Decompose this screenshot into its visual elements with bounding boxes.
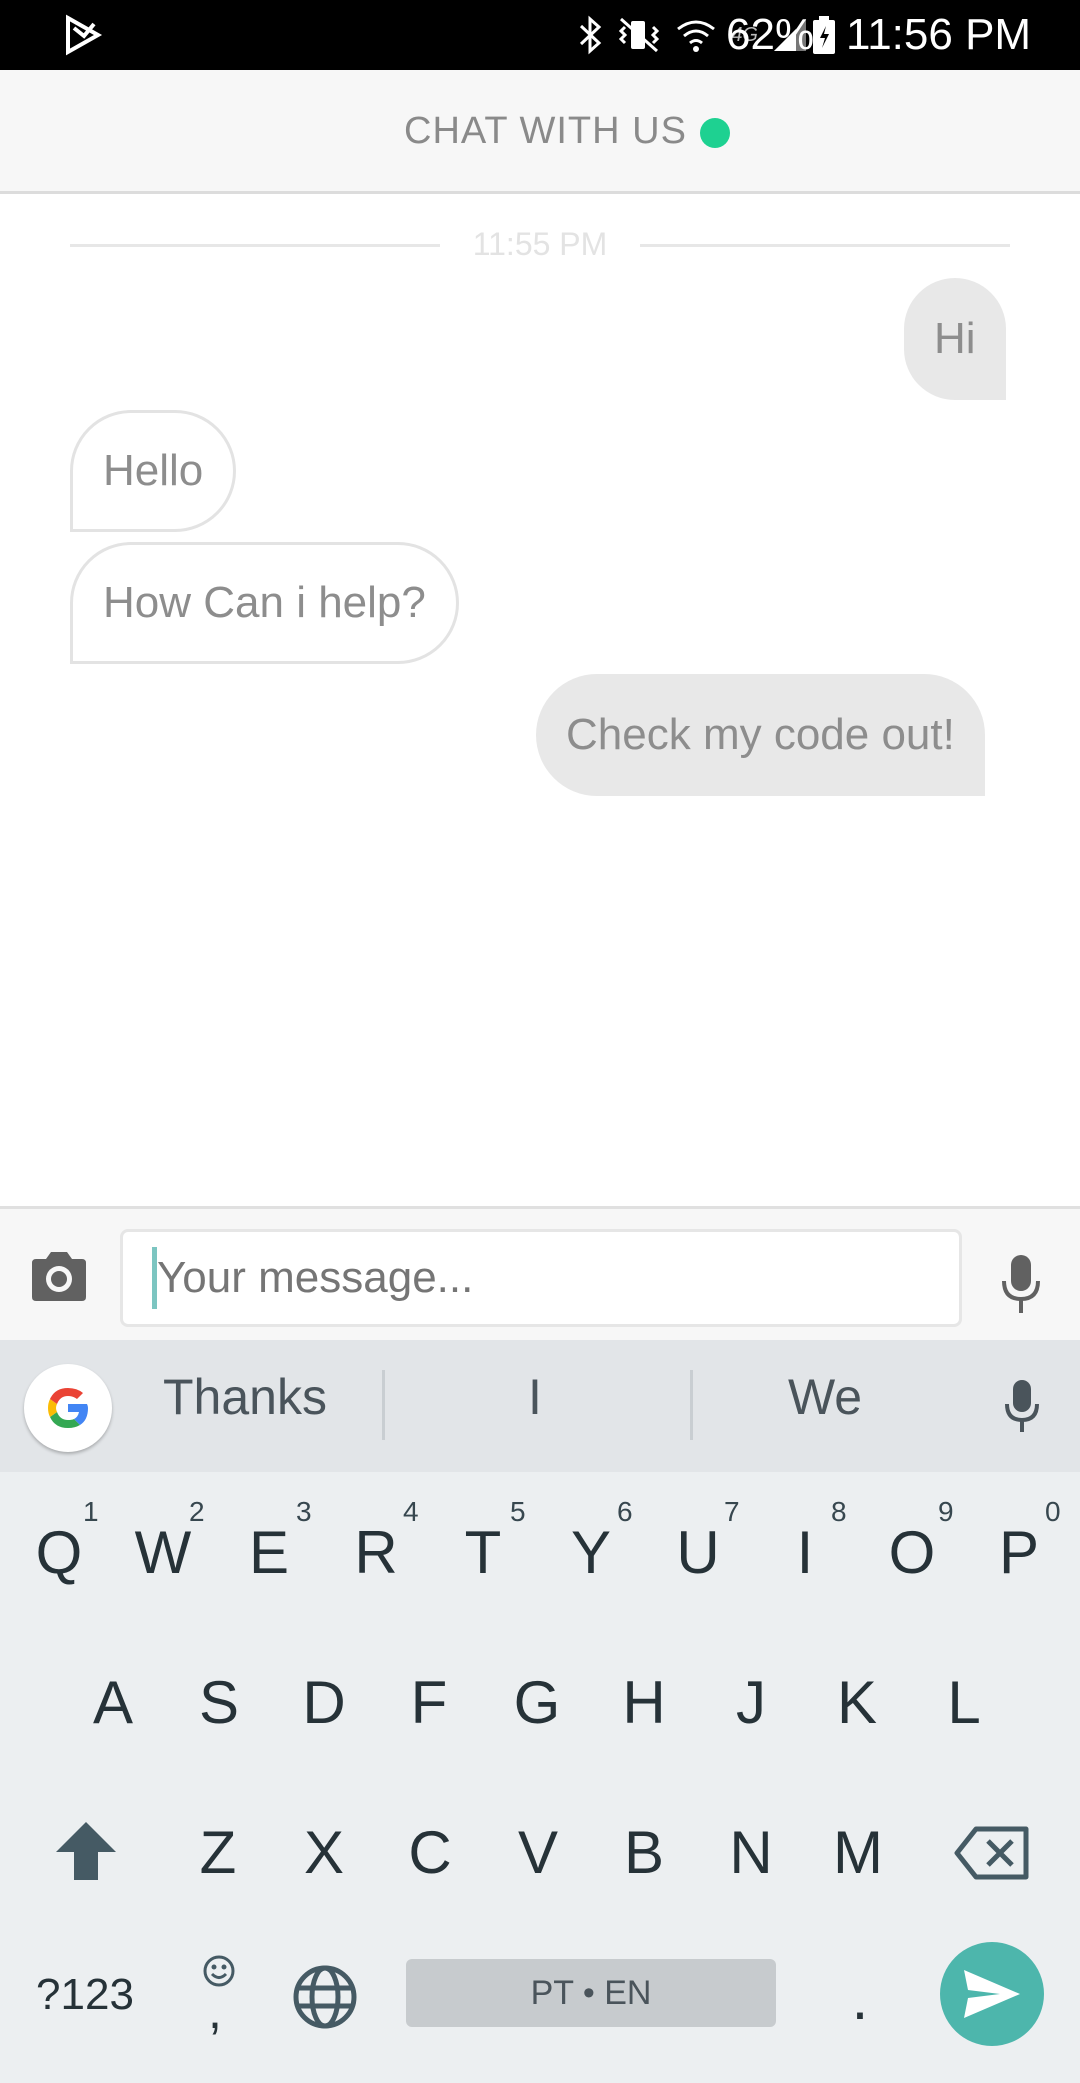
page-title: CHAT WITH US (404, 110, 687, 152)
bluetooth-icon (580, 15, 602, 55)
key-v[interactable]: V (498, 1818, 578, 1887)
divider (640, 244, 1010, 247)
message-composer (0, 1206, 1080, 1340)
online-status-dot (700, 118, 730, 148)
key-c[interactable]: C (390, 1818, 470, 1887)
microphone-icon[interactable] (1000, 1253, 1042, 1315)
key-s[interactable]: S (179, 1668, 259, 1737)
google-logo-icon (48, 1388, 88, 1428)
battery-icon (813, 16, 835, 54)
chat-header: CHAT WITH US (0, 70, 1080, 194)
key-d[interactable]: D (284, 1668, 364, 1737)
space-bar-label: PT • EN (530, 1973, 652, 2012)
symbols-key[interactable]: ?123 (30, 1970, 140, 2020)
suggestion-item[interactable]: Thanks (150, 1368, 340, 1426)
key-hint: 0 (1045, 1496, 1061, 1527)
message-input[interactable] (120, 1229, 962, 1327)
key-a[interactable]: A (73, 1668, 153, 1737)
message-timestamp: 11:55 PM (472, 226, 608, 262)
wifi-icon (677, 20, 716, 52)
message-list[interactable]: 11:55 PM Hi Hello How Can i help? Check … (0, 194, 1080, 1206)
camera-icon[interactable] (28, 1249, 90, 1305)
key-hint: 1 (83, 1496, 99, 1527)
key-j[interactable]: J (711, 1668, 791, 1737)
status-bar: 4G 62% 11:56 PM (0, 0, 1080, 70)
clock: 11:56 PM (846, 10, 1032, 59)
key-e[interactable]: E (229, 1518, 309, 1587)
key-z[interactable]: Z (178, 1818, 258, 1887)
key-q[interactable]: Q (19, 1518, 99, 1587)
google-search-button[interactable] (24, 1364, 112, 1452)
key-hint: 8 (831, 1496, 847, 1527)
key-w[interactable]: W (123, 1518, 203, 1587)
key-u[interactable]: U (658, 1518, 738, 1587)
key-i[interactable]: I (765, 1518, 845, 1587)
send-icon (964, 1970, 1020, 2018)
battery-percent: 62% (726, 10, 815, 59)
divider (382, 1370, 385, 1440)
key-h[interactable]: H (604, 1668, 684, 1737)
key-o[interactable]: O (872, 1518, 952, 1587)
voice-input-icon[interactable] (1004, 1378, 1040, 1434)
key-f[interactable]: F (389, 1668, 469, 1737)
key-hint: 6 (617, 1496, 633, 1527)
divider (690, 1370, 693, 1440)
suggestion-strip: Thanks I We (0, 1340, 1080, 1472)
key-t[interactable]: T (443, 1518, 523, 1587)
globe-icon[interactable] (292, 1964, 358, 2030)
vibrate-mute-icon (619, 17, 660, 53)
key-g[interactable]: G (497, 1668, 577, 1737)
key-k[interactable]: K (817, 1668, 897, 1737)
on-screen-keyboard: Thanks I We Q W E R T Y U I O P 1 2 3 4 … (0, 1340, 1080, 2083)
key-hint: 2 (189, 1496, 205, 1527)
backspace-icon[interactable] (954, 1826, 1030, 1880)
key-x[interactable]: X (284, 1818, 364, 1887)
key-m[interactable]: M (818, 1818, 898, 1887)
outgoing-message[interactable]: Check my code out! (536, 674, 985, 796)
play-store-notification-icon (66, 14, 103, 56)
comma-key: , (208, 1983, 222, 2039)
key-hint: 9 (938, 1496, 954, 1527)
key-hint: 7 (724, 1496, 740, 1527)
shift-icon[interactable] (54, 1820, 118, 1882)
suggestion-item[interactable]: I (440, 1368, 630, 1426)
emoji-comma-key[interactable]: , (196, 1954, 242, 2039)
key-hint: 4 (403, 1496, 419, 1527)
outgoing-message[interactable]: Hi (904, 278, 1006, 400)
send-button[interactable] (940, 1942, 1044, 2046)
suggestion-item[interactable]: We (730, 1368, 920, 1426)
key-l[interactable]: L (924, 1668, 1004, 1737)
space-bar[interactable]: PT • EN (406, 1959, 776, 2027)
key-hint: 3 (296, 1496, 312, 1527)
text-cursor (152, 1247, 157, 1309)
incoming-message[interactable]: Hello (70, 410, 237, 532)
key-p[interactable]: P (979, 1518, 1059, 1587)
key-n[interactable]: N (711, 1818, 791, 1887)
key-y[interactable]: Y (551, 1518, 631, 1587)
key-b[interactable]: B (604, 1818, 684, 1887)
period-key[interactable]: . (820, 1964, 900, 2033)
divider (70, 244, 440, 247)
key-hint: 5 (510, 1496, 526, 1527)
key-r[interactable]: R (336, 1518, 416, 1587)
incoming-message[interactable]: How Can i help? (70, 542, 459, 664)
